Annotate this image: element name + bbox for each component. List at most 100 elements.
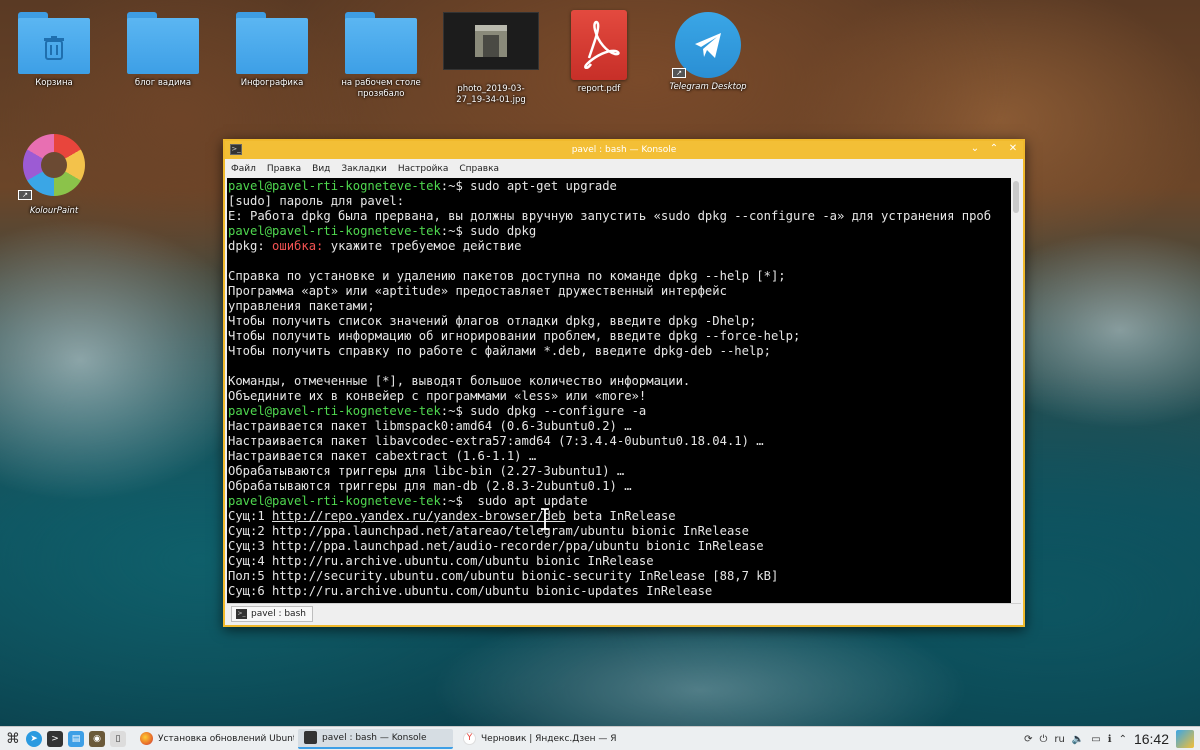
terminal-line: Программа «apt» или «aptitude» предостав… bbox=[227, 284, 1013, 299]
desktop-icon-photo[interactable]: photo_2019-03-27_19-34-01.jpg bbox=[443, 12, 539, 106]
desktop-icon-misc-folder[interactable]: на рабочем столе прозябало bbox=[333, 12, 429, 100]
terminal-line: Чтобы получить информацию об игнорирован… bbox=[227, 329, 1013, 344]
desktop-icon-trash[interactable]: Корзина bbox=[6, 12, 102, 89]
terminal-url: http://repo.yandex.ru/yandex-browser/deb bbox=[272, 509, 566, 523]
line-text: Сущ:3 http://ppa.launchpad.net/audio-rec… bbox=[228, 539, 764, 553]
terminal-line: Настраивается пакет libavcodec-extra57:a… bbox=[227, 434, 1013, 449]
folder-icon bbox=[127, 12, 199, 74]
session-tab[interactable]: >_ pavel : bash bbox=[231, 606, 313, 622]
error-label: ошибка: bbox=[272, 239, 324, 253]
line-text: Сущ:6 http://ru.archive.ubuntu.com/ubunt… bbox=[228, 584, 713, 598]
terminal-line: управления пакетами; bbox=[227, 299, 1013, 314]
menu-settings[interactable]: Настройка bbox=[398, 164, 449, 174]
desktop-icon-report-pdf[interactable]: report.pdf bbox=[551, 10, 647, 95]
desktop-icon-infographics-folder[interactable]: Инфографика bbox=[224, 12, 320, 89]
system-tray: ⟳ ⏻ ru 🔈 ▭ ℹ ⌃ 16:42 bbox=[1024, 727, 1200, 750]
terminal-line: pavel@pavel-rti-kogneteve-tek:~$ sudo ap… bbox=[227, 179, 1013, 194]
terminal-line: Обрабатываются триггеры для libc-bin (2.… bbox=[227, 464, 1013, 479]
terminal-line: Сущ:6 http://ru.archive.ubuntu.com/ubunt… bbox=[227, 584, 1013, 599]
line-prefix: Сущ:1 bbox=[228, 509, 273, 523]
terminal-line: Чтобы получить список значений флагов от… bbox=[227, 314, 1013, 329]
terminal-line: Настраивается пакет cabextract (1.6-1.1)… bbox=[227, 449, 1013, 464]
terminal-line: Чтобы получить справку по работе с файла… bbox=[227, 344, 1013, 359]
close-icon[interactable]: ✕ bbox=[1007, 143, 1019, 155]
window-titlebar[interactable]: >_ pavel : bash — Konsole ⌄ ⌃ ✕ bbox=[225, 141, 1023, 159]
task-konsole[interactable]: pavel : bash — Konsole bbox=[298, 728, 453, 749]
terminal-line: pavel@pavel-rti-kogneteve-tek:~$ sudo dp… bbox=[227, 404, 1013, 419]
telegram-launcher-icon[interactable]: ➤ bbox=[26, 730, 42, 747]
keyboard-layout[interactable]: ru bbox=[1054, 734, 1064, 745]
line-text: Объедините их в конвейер с программами «… bbox=[228, 389, 647, 403]
scrollbar-thumb[interactable] bbox=[1013, 181, 1019, 213]
konsole-launcher-icon[interactable]: > bbox=[47, 730, 63, 747]
terminal-line: Сущ:3 http://ppa.launchpad.net/audio-rec… bbox=[227, 539, 1013, 554]
update-icon[interactable]: ⟳ bbox=[1024, 734, 1032, 745]
desktop-icon-label: Корзина bbox=[35, 78, 73, 88]
line-text: Обрабатываются триггеры для man-db (2.8.… bbox=[228, 479, 632, 493]
volume-icon[interactable]: 🔈 bbox=[1072, 734, 1084, 745]
network-icon[interactable]: ⏻ bbox=[1039, 734, 1047, 745]
terminal-icon: >_ bbox=[236, 609, 247, 619]
line-text: :~$ sudo dpkg --configure -a bbox=[440, 404, 647, 418]
terminal-line: Сущ:4 http://ru.archive.ubuntu.com/ubunt… bbox=[227, 554, 1013, 569]
desktop-icon-label: Telegram Desktop bbox=[669, 82, 747, 92]
line-text: [sudo] пароль для pavel: bbox=[228, 194, 405, 208]
konsole-app-icon[interactable]: >_ bbox=[230, 144, 242, 155]
terminal-output[interactable]: pavel@pavel-rti-kogneteve-tek :~$ sudo ap… bbox=[227, 178, 1013, 605]
konsole-icon bbox=[304, 731, 317, 744]
gimp-launcher-icon[interactable]: ◉ bbox=[89, 730, 105, 747]
terminal-line: [sudo] пароль для pavel: bbox=[227, 194, 1013, 209]
tray-expand-icon[interactable]: ⌃ bbox=[1119, 734, 1127, 745]
desktop-icon-label: Инфографика bbox=[240, 78, 304, 88]
session-tab-label: pavel : bash bbox=[251, 609, 306, 619]
desktop-icon-label: KolourPaint bbox=[29, 206, 79, 216]
menu-file[interactable]: Файл bbox=[231, 164, 256, 174]
minimize-icon[interactable]: ⌄ bbox=[969, 143, 981, 155]
line-text: Настраивается пакет cabextract (1.6-1.1)… bbox=[228, 449, 537, 463]
line-text: Чтобы получить информацию об игнорирован… bbox=[228, 329, 801, 343]
app-launcher-icon[interactable]: ⌘ bbox=[5, 731, 21, 747]
show-desktop-icon[interactable] bbox=[1176, 730, 1194, 748]
task-label: Установка обновлений Ubuntu |... bbox=[158, 733, 294, 744]
terminal-scrollbar[interactable] bbox=[1011, 178, 1021, 605]
desktop-icon-kolourpaint[interactable]: ↗ KolourPaint bbox=[6, 134, 102, 217]
terminal-line: E: Работа dpkg была прервана, вы должны … bbox=[227, 209, 1013, 224]
image-thumbnail-icon bbox=[443, 12, 539, 70]
desktop-icon-blog-folder[interactable]: блог вадима bbox=[115, 12, 211, 89]
maximize-icon[interactable]: ⌃ bbox=[988, 143, 1000, 155]
clock[interactable]: 16:42 bbox=[1134, 731, 1169, 747]
folder-icon bbox=[236, 12, 308, 74]
menu-bar: Файл Правка Вид Закладки Настройка Справ… bbox=[225, 159, 1023, 178]
line-text: Чтобы получить справку по работе с файла… bbox=[228, 344, 771, 358]
task-yandex-browser[interactable]: Y Черновик | Яндекс.Дзен — Янде... bbox=[457, 729, 617, 749]
window-title: pavel : bash — Konsole bbox=[571, 145, 677, 155]
menu-help[interactable]: Справка bbox=[459, 164, 499, 174]
desktop-icon-telegram[interactable]: ↗ Telegram Desktop bbox=[660, 12, 756, 93]
konsole-window[interactable]: >_ pavel : bash — Konsole ⌄ ⌃ ✕ Файл Пра… bbox=[223, 139, 1025, 627]
terminal-line: Сущ:1 http://repo.yandex.ru/yandex-brows… bbox=[227, 509, 1013, 524]
notifications-icon[interactable]: ℹ bbox=[1108, 734, 1112, 745]
task-firefox[interactable]: Установка обновлений Ubuntu |... bbox=[134, 729, 294, 749]
task-label: pavel : bash — Konsole bbox=[322, 732, 427, 743]
menu-bookmarks[interactable]: Закладки bbox=[341, 164, 387, 174]
terminal-line: Настраивается пакет libmspack0:amd64 (0.… bbox=[227, 419, 1013, 434]
menu-edit[interactable]: Правка bbox=[267, 164, 301, 174]
line-text: :~$ sudo apt update bbox=[440, 494, 588, 508]
line-text: :~$ sudo apt-get upgrade bbox=[440, 179, 617, 193]
yandex-browser-icon: Y bbox=[463, 732, 476, 745]
task-label: Черновик | Яндекс.Дзен — Янде... bbox=[481, 733, 617, 744]
terminal-line: Обрабатываются триггеры для man-db (2.8.… bbox=[227, 479, 1013, 494]
menu-view[interactable]: Вид bbox=[312, 164, 330, 174]
line-text: beta InRelease bbox=[565, 509, 676, 523]
clipboard-launcher-icon[interactable]: ▯ bbox=[110, 730, 126, 747]
dolphin-launcher-icon[interactable]: ▤ bbox=[68, 730, 84, 747]
line-text: Настраивается пакет libavcodec-extra57:a… bbox=[228, 434, 764, 448]
line-text: укажите требуемое действие bbox=[323, 239, 522, 253]
battery-icon[interactable]: ▭ bbox=[1091, 734, 1100, 745]
terminal-line: pavel@pavel-rti-kogneteve-tek:~$ sudo dp… bbox=[227, 224, 1013, 239]
shell-prompt: pavel@pavel-rti-kogneteve-tek bbox=[228, 224, 441, 238]
terminal-line: Сущ:2 http://ppa.launchpad.net/atareao/t… bbox=[227, 524, 1013, 539]
pdf-icon bbox=[571, 10, 627, 80]
line-text: Справка по установке и удалению пакетов … bbox=[228, 269, 786, 283]
